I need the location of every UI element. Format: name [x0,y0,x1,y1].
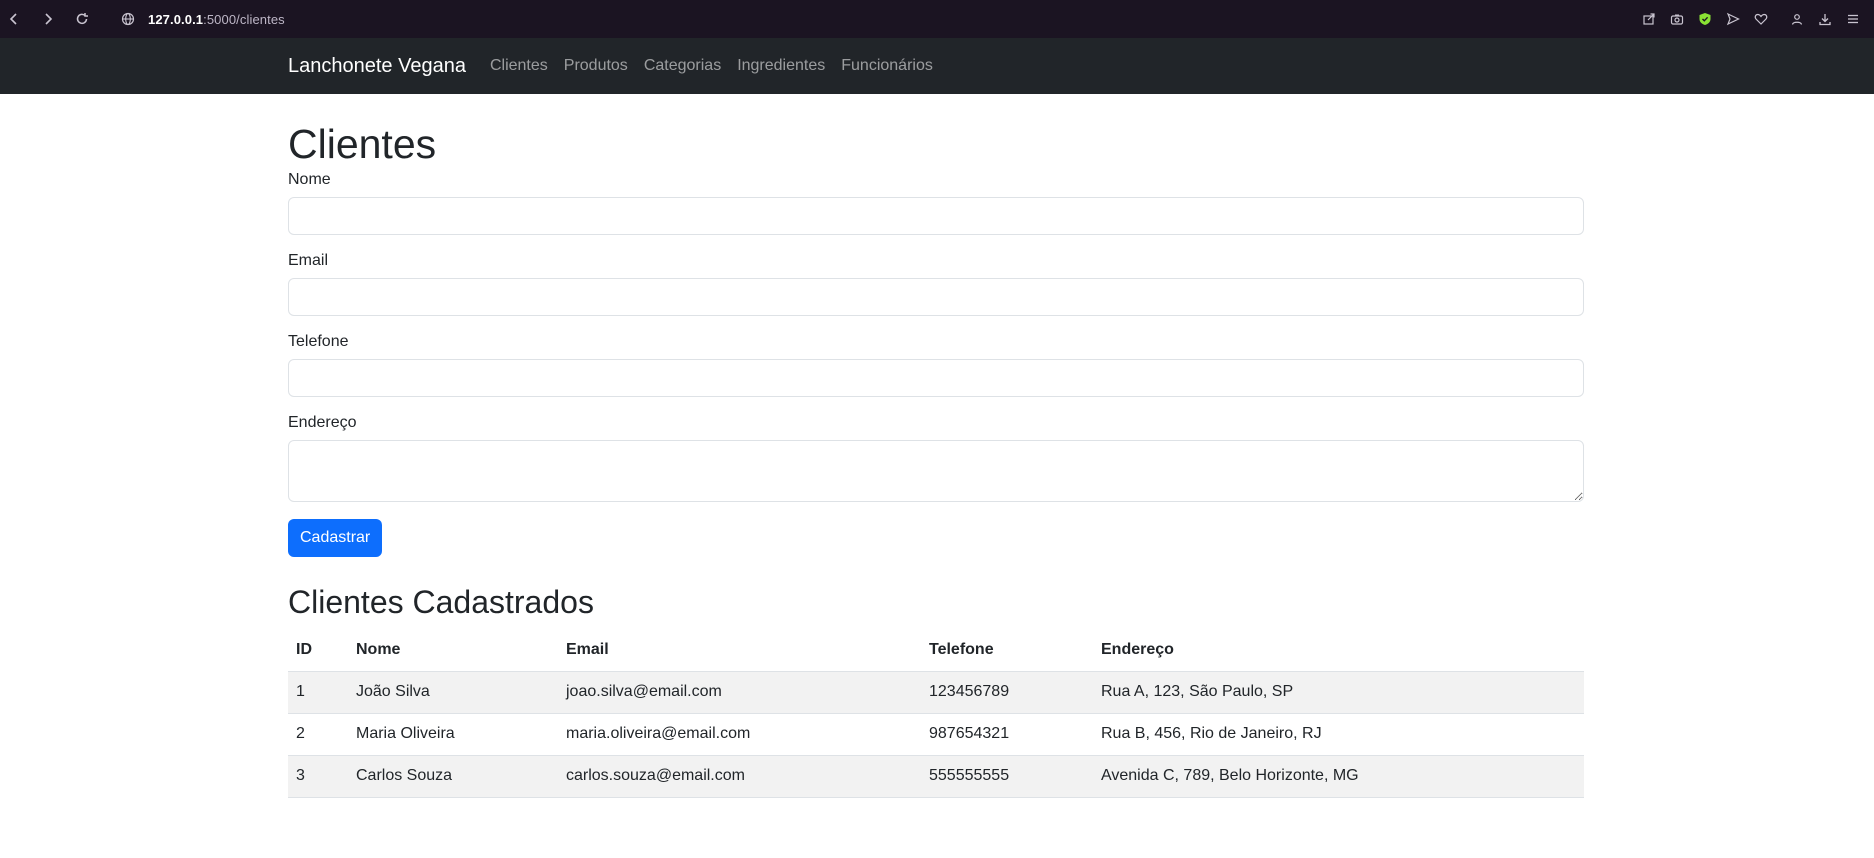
cell-email: carlos.souza@email.com [558,755,921,798]
reload-icon[interactable] [68,5,96,33]
table-header-row: ID Nome Email Telefone Endereço [288,629,1584,672]
header-email: Email [558,629,921,672]
browser-toolbar: 127.0.0.1:5000/clientes [0,0,1874,38]
list-title: Clientes Cadastrados [288,584,594,621]
app-navbar: Lanchonete Vegana Clientes Produtos Cate… [0,38,1874,94]
url-host: 127.0.0.1 [148,11,204,27]
nav-link-categorias[interactable]: Categorias [644,57,721,75]
cell-nome: Maria Oliveira [348,713,558,756]
cell-id: 2 [288,713,348,756]
nav-link-funcionarios[interactable]: Funcionários [841,57,933,75]
address-bar[interactable]: 127.0.0.1:5000/clientes [148,12,285,27]
send-icon[interactable] [1720,5,1746,33]
cell-telefone: 987654321 [921,713,1093,756]
nome-label: Nome [288,171,331,189]
header-nome: Nome [348,629,558,672]
main-content: Clientes Nome Email Telefone Endereço Ca… [288,94,1584,798]
form-group-telefone: Telefone [288,333,1584,398]
cell-endereco: Rua B, 456, Rio de Janeiro, RJ [1093,713,1584,756]
cell-endereco: Avenida C, 789, Belo Horizonte, MG [1093,755,1584,798]
header-id: ID [288,629,348,672]
cell-id: 3 [288,755,348,798]
clients-table: ID Nome Email Telefone Endereço 1 João S… [288,629,1584,798]
telefone-input[interactable] [288,359,1584,398]
table-row: 2 Maria Oliveira maria.oliveira@email.co… [288,713,1584,756]
endereco-textarea[interactable] [288,440,1584,503]
nav-link-ingredientes[interactable]: Ingredientes [737,57,825,75]
profile-icon[interactable] [1784,5,1810,33]
telefone-label: Telefone [288,333,349,351]
menu-icon[interactable] [1840,5,1866,33]
email-input[interactable] [288,278,1584,317]
header-endereco: Endereço [1093,629,1584,672]
nav-link-produtos[interactable]: Produtos [564,57,628,75]
download-icon[interactable] [1812,5,1838,33]
shield-icon[interactable] [1692,5,1718,33]
cell-email: joao.silva@email.com [558,671,921,714]
forward-icon[interactable] [34,5,62,33]
table-row: 3 Carlos Souza carlos.souza@email.com 55… [288,755,1584,798]
cadastrar-button[interactable]: Cadastrar [288,519,383,558]
back-icon[interactable] [0,5,28,33]
url-path: :5000/clientes [203,11,285,27]
endereco-label: Endereço [288,414,357,432]
client-form: Nome Email Telefone Endereço Cadastrar [288,171,1584,558]
camera-icon[interactable] [1664,5,1690,33]
cell-nome: Carlos Souza [348,755,558,798]
cell-telefone: 555555555 [921,755,1093,798]
form-group-email: Email [288,252,1584,317]
nav-link-clientes[interactable]: Clientes [490,57,548,75]
cell-nome: João Silva [348,671,558,714]
nome-input[interactable] [288,197,1584,236]
cell-endereco: Rua A, 123, São Paulo, SP [1093,671,1584,714]
globe-icon [114,5,142,33]
table-row: 1 João Silva joao.silva@email.com 123456… [288,671,1584,714]
form-group-endereco: Endereço [288,414,1584,507]
page-title: Clientes [288,121,437,167]
cell-id: 1 [288,671,348,714]
cell-email: maria.oliveira@email.com [558,713,921,756]
header-telefone: Telefone [921,629,1093,672]
share-icon[interactable] [1636,5,1662,33]
heart-icon[interactable] [1748,5,1774,33]
email-label: Email [288,252,329,270]
navbar-brand[interactable]: Lanchonete Vegana [288,55,466,78]
form-group-nome: Nome [288,171,1584,236]
cell-telefone: 123456789 [921,671,1093,714]
